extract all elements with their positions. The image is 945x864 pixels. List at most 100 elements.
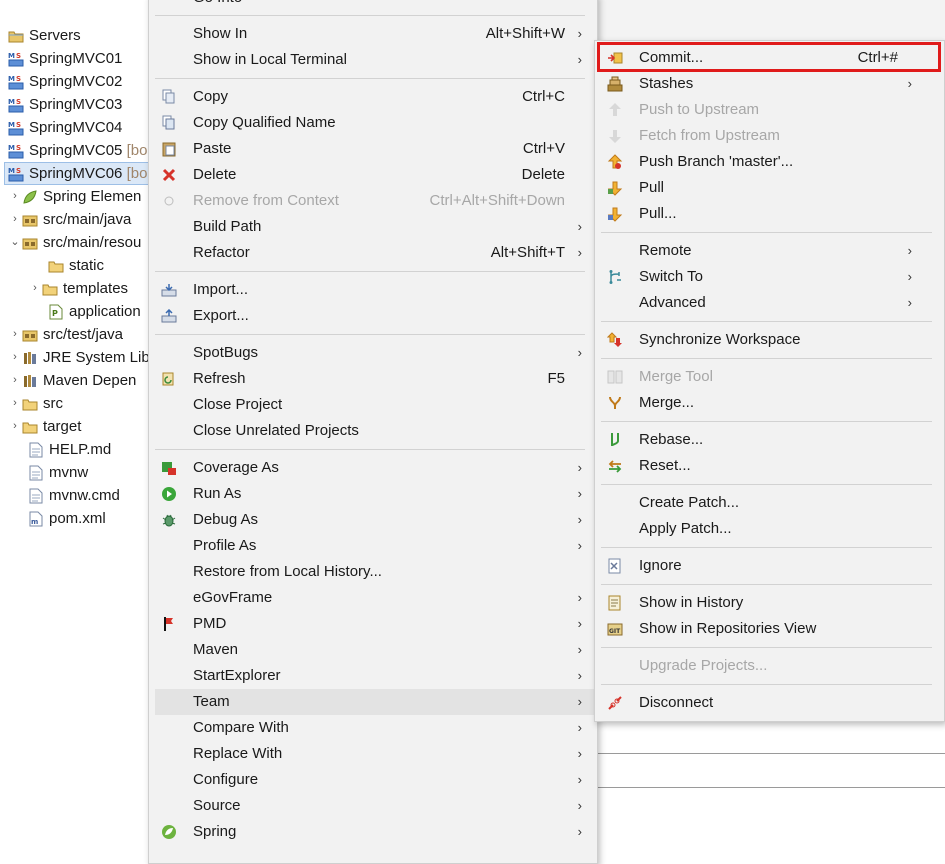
menu-item-compare-with[interactable]: Compare With › (149, 715, 597, 741)
menu-item-copy-qualified-name[interactable]: Copy Qualified Name (149, 110, 597, 136)
menu-item-push-to-upstream[interactable]: Push to Upstream (595, 97, 944, 123)
menu-item-pull-dialog[interactable]: Pull... (595, 201, 944, 227)
tree-item-src-test-java[interactable]: › src/test/java (8, 323, 123, 346)
tree-item-springmvc05[interactable]: MS SpringMVC05 [bo (0, 139, 147, 162)
menu-item-maven[interactable]: Maven › (149, 637, 597, 663)
menu-item-refactor[interactable]: Refactor Alt+Shift+T › (149, 240, 597, 266)
accelerator: F5 (547, 370, 565, 387)
menu-item-egovframe[interactable]: eGovFrame › (149, 585, 597, 611)
tree-item-spring-elements[interactable]: › Spring Elemen (8, 185, 141, 208)
menu-item-replace-with[interactable]: Replace With › (149, 741, 597, 767)
tree-item-springmvc04[interactable]: MS SpringMVC04 (0, 116, 122, 139)
expand-chevron-icon[interactable]: › (8, 346, 22, 369)
menu-item-remote[interactable]: Remote › (595, 238, 944, 264)
expand-chevron-icon[interactable]: › (8, 208, 22, 231)
menu-item-run-as[interactable]: Run As › (149, 481, 597, 507)
menu-item-export[interactable]: Export... (149, 303, 597, 329)
menu-item-import[interactable]: Import... (149, 277, 597, 303)
expand-chevron-icon[interactable]: › (8, 415, 22, 438)
menu-item-ignore[interactable]: Ignore (595, 553, 944, 579)
tree-item-springmvc03[interactable]: MS SpringMVC03 (0, 93, 122, 116)
menu-item-switch-to[interactable]: Switch To › (595, 264, 944, 290)
menu-item-source[interactable]: Source › (149, 793, 597, 819)
expand-chevron-icon[interactable]: › (8, 392, 22, 415)
submenu-arrow-icon: › (907, 295, 912, 310)
svg-text:M: M (8, 167, 15, 175)
menu-item-delete[interactable]: Delete Delete (149, 162, 597, 188)
menu-item-startexplorer[interactable]: StartExplorer › (149, 663, 597, 689)
tree-item-mvnw-cmd[interactable]: mvnw.cmd (28, 484, 120, 507)
menu-item-coverage-as[interactable]: Coverage As › (149, 455, 597, 481)
expand-chevron-icon[interactable]: › (8, 369, 22, 392)
menu-item-close-unrelated-projects[interactable]: Close Unrelated Projects (149, 418, 597, 444)
tree-item-label: Maven Depen (43, 372, 137, 389)
submenu-arrow-icon: › (577, 798, 582, 813)
tree-item-springmvc02[interactable]: MS SpringMVC02 (0, 70, 122, 93)
menu-item-profile-as[interactable]: Profile As › (149, 533, 597, 559)
tree-item-springmvc01[interactable]: MS SpringMVC01 (0, 47, 122, 70)
file-icon (28, 488, 44, 504)
menu-item-advanced[interactable]: Advanced › (595, 290, 944, 316)
menu-item-spring[interactable]: Spring › (149, 819, 597, 845)
menu-item-team[interactable]: Team › (155, 689, 597, 715)
expand-chevron-icon[interactable]: › (28, 277, 42, 300)
menu-item-spotbugs[interactable]: SpotBugs › (149, 340, 597, 366)
menu-item-pull[interactable]: Pull (595, 175, 944, 201)
menu-item-show-in[interactable]: Show In Alt+Shift+W › (149, 21, 597, 47)
menu-item-merge[interactable]: Merge... (595, 390, 944, 416)
menu-separator (601, 684, 932, 685)
menu-item-fetch-from-upstream[interactable]: Fetch from Upstream (595, 123, 944, 149)
menu-item-close-project[interactable]: Close Project (149, 392, 597, 418)
tree-item-src[interactable]: › src (8, 392, 63, 415)
expand-chevron-icon[interactable]: › (8, 185, 22, 208)
menu-item-configure[interactable]: Configure › (149, 767, 597, 793)
menu-item-copy[interactable]: Copy Ctrl+C (149, 84, 597, 110)
tree-item-static[interactable]: static (48, 254, 104, 277)
tree-item-maven-dependencies[interactable]: › Maven Depen (8, 369, 136, 392)
tree-item-src-main-java[interactable]: › src/main/java (8, 208, 131, 231)
menu-item-merge-tool[interactable]: Merge Tool (595, 364, 944, 390)
menu-item-apply-patch[interactable]: Apply Patch... (595, 516, 944, 542)
tree-item-servers[interactable]: Servers (0, 24, 81, 47)
menu-item-build-path[interactable]: Build Path › (149, 214, 597, 240)
collapse-chevron-icon[interactable]: ⌄ (8, 231, 22, 254)
submenu-arrow-icon: › (577, 245, 582, 260)
tree-item-application[interactable]: P application (48, 300, 141, 323)
svg-text:S: S (16, 75, 21, 83)
library-icon (22, 373, 38, 389)
menu-item-restore-local-history[interactable]: Restore from Local History... (149, 559, 597, 585)
menu-item-push-branch-master[interactable]: Push Branch 'master'... (595, 149, 944, 175)
tree-item-mvnw[interactable]: mvnw (28, 461, 88, 484)
submenu-arrow-icon: › (577, 668, 582, 683)
menu-item-refresh[interactable]: Refresh F5 (149, 366, 597, 392)
maven-project-icon: MS (8, 51, 24, 67)
tree-item-label: SpringMVC06 (29, 165, 123, 182)
menu-item-show-in-local-terminal[interactable]: Show in Local Terminal › (149, 47, 597, 73)
menu-item-show-in-repositories-view[interactable]: GIT Show in Repositories View (595, 616, 944, 642)
menu-item-remove-from-context[interactable]: Remove from Context Ctrl+Alt+Shift+Down (149, 188, 597, 214)
merge-icon (607, 395, 623, 411)
menu-item-go-into[interactable]: Go Into (149, 0, 597, 11)
tree-item-springmvc06[interactable]: MS SpringMVC06 [bo (4, 162, 160, 185)
menu-item-stashes[interactable]: Stashes › (595, 71, 944, 97)
menu-item-paste[interactable]: Paste Ctrl+V (149, 136, 597, 162)
tree-item-jre-system-library[interactable]: › JRE System Lib (8, 346, 150, 369)
tree-item-templates[interactable]: › templates (28, 277, 128, 300)
menu-item-upgrade-projects[interactable]: Upgrade Projects... (595, 653, 944, 679)
tree-item-target[interactable]: › target (8, 415, 81, 438)
menu-item-pmd[interactable]: PMD › (149, 611, 597, 637)
expand-chevron-icon[interactable]: › (8, 323, 22, 346)
menu-item-reset[interactable]: Reset... (595, 453, 944, 479)
tree-item-pom-xml[interactable]: m pom.xml (28, 507, 106, 530)
menu-item-disconnect[interactable]: Disconnect (595, 690, 944, 716)
svg-text:M: M (8, 75, 15, 83)
menu-item-show-in-history[interactable]: Show in History (595, 590, 944, 616)
menu-item-create-patch[interactable]: Create Patch... (595, 490, 944, 516)
tree-item-src-main-resources[interactable]: ⌄ src/main/resou (8, 231, 141, 254)
menu-item-rebase[interactable]: Rebase... (595, 427, 944, 453)
svg-text:M: M (8, 98, 15, 106)
menu-item-synchronize-workspace[interactable]: Synchronize Workspace (595, 327, 944, 353)
tree-item-label: pom.xml (49, 510, 106, 527)
tree-item-help-md[interactable]: HELP.md (28, 438, 111, 461)
menu-item-debug-as[interactable]: Debug As › (149, 507, 597, 533)
